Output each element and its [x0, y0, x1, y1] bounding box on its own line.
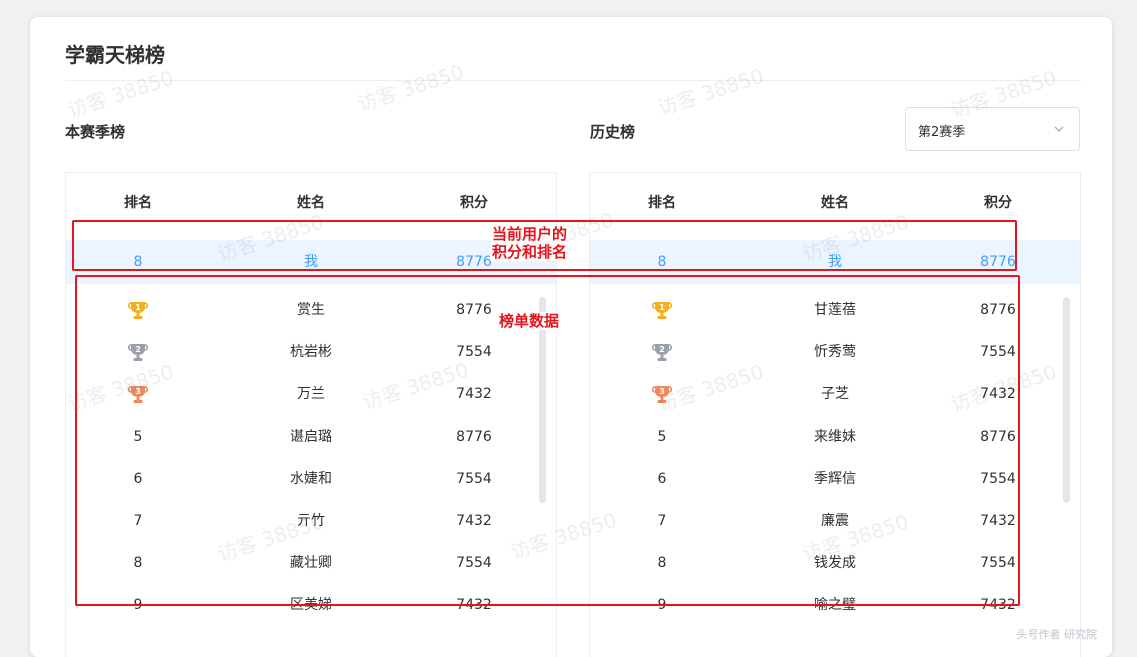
column-header-score: 积分 [984, 195, 1012, 211]
table-header: 排名 姓名 积分 [66, 182, 556, 224]
column-header-name: 姓名 [297, 195, 325, 211]
footer-watermark: 头号作者 研究院 [1016, 628, 1098, 641]
scrollbar[interactable] [1063, 297, 1070, 503]
table-header: 排名 姓名 积分 [590, 182, 1080, 224]
season-select[interactable]: 第2赛季 [905, 107, 1080, 151]
history-title: 历史榜 [590, 123, 636, 141]
column-header-rank: 排名 [124, 195, 152, 211]
column-header-rank: 排名 [648, 195, 676, 211]
list-annotation-label: 榜单数据 [497, 312, 562, 330]
current-user-annotation-label: 当前用户的 积分和排名 [490, 225, 570, 261]
current-season-title: 本赛季榜 [65, 123, 126, 141]
annotation-line: 当前用户的 [492, 225, 568, 243]
column-header-name: 姓名 [821, 195, 849, 211]
annotation-line: 积分和排名 [492, 243, 568, 261]
title-divider [65, 80, 1081, 81]
chevron-down-icon [1054, 126, 1064, 132]
column-header-score: 积分 [460, 195, 488, 211]
card-title: 学霸天梯榜 [65, 43, 165, 67]
season-select-value: 第2赛季 [918, 125, 966, 140]
